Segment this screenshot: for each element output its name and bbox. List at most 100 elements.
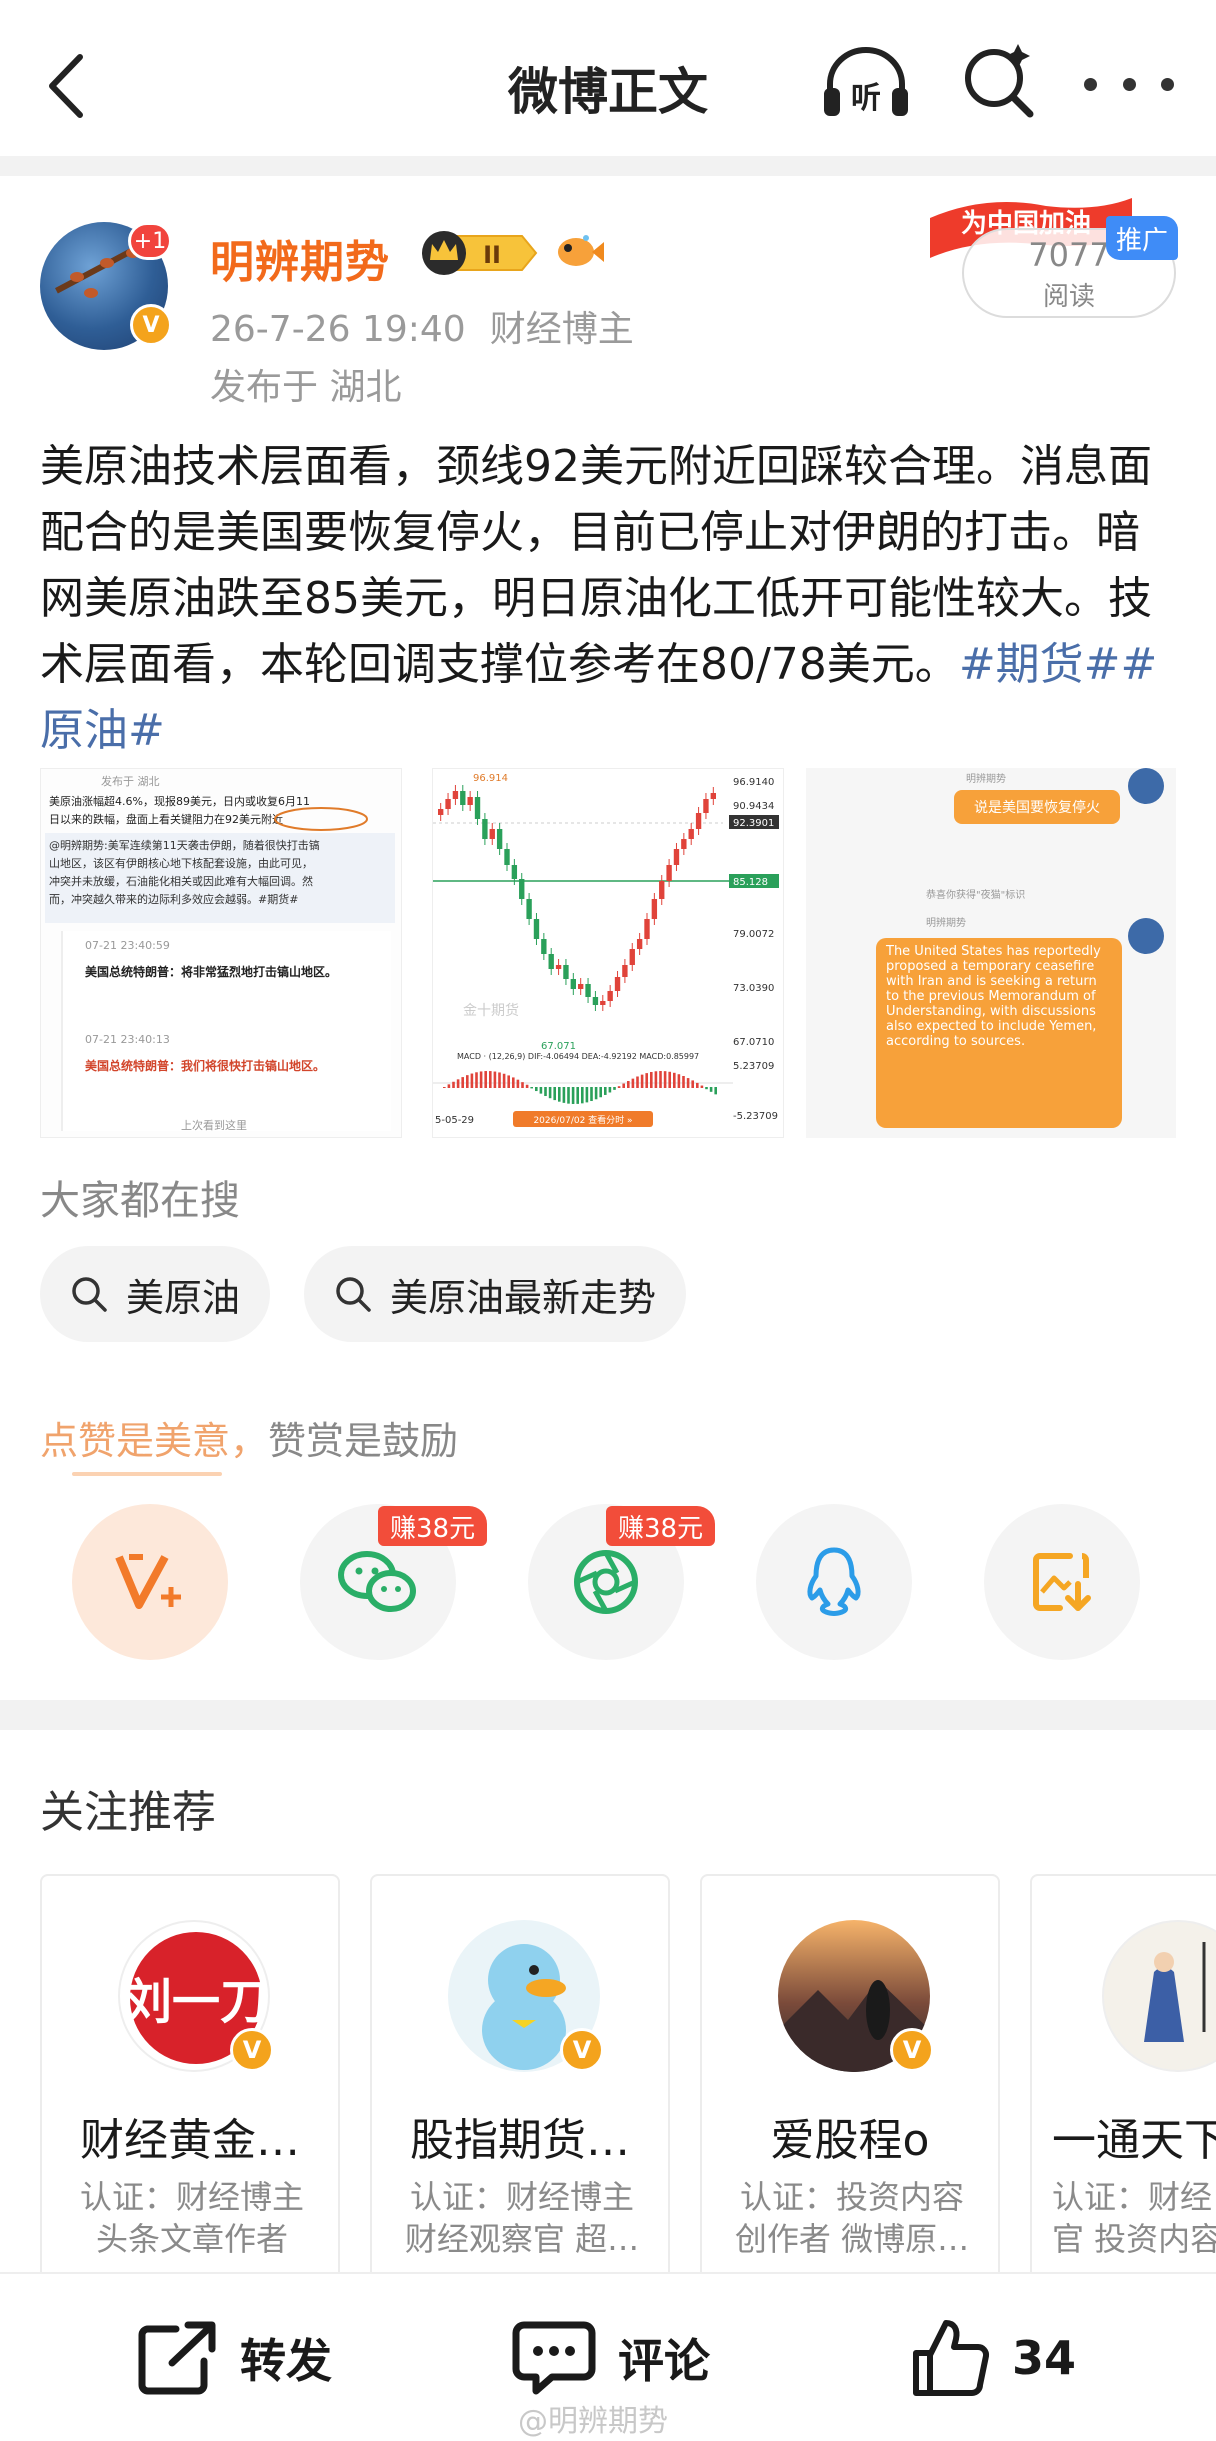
- read-label: 阅读: [1042, 282, 1095, 312]
- macd-bar: [512, 1077, 515, 1088]
- macd-bar: [470, 1073, 474, 1088]
- macd-bar: [484, 1071, 487, 1088]
- macd-bar: [521, 1082, 524, 1088]
- macd-bar: [525, 1084, 529, 1088]
- tip-button[interactable]: [72, 1504, 228, 1660]
- img1-news-panel: [61, 931, 391, 1131]
- candle-body: [519, 879, 525, 899]
- search-chip-1[interactable]: 美原油: [40, 1246, 271, 1342]
- img1-line: 冲突并未放缓，石油能化相关或因此难有大幅回调。然: [49, 875, 313, 888]
- recommend-card[interactable]: 一通天下 认证：财经官 投资内容: [1030, 1874, 1216, 2294]
- share-qq-button[interactable]: [756, 1504, 912, 1660]
- candle-body: [585, 984, 591, 997]
- candle-body: [541, 939, 547, 954]
- save-image-icon: [1033, 1553, 1091, 1611]
- top-price-label: 96.914: [473, 773, 508, 784]
- search-chip-label: 美原油最新走势: [390, 1275, 657, 1320]
- img1-news: 美国总统特朗普：将非常猛烈地打击镐山地区。: [85, 965, 338, 979]
- macd-bar: [691, 1080, 694, 1088]
- candle-body: [452, 791, 459, 799]
- reward-heading-part2: 赞赏是鼓励: [268, 1419, 459, 1463]
- candle-body: [651, 899, 658, 919]
- axis-price: 96.9140: [733, 777, 774, 788]
- candle-body: [548, 954, 554, 969]
- watermark: @明辨期势: [518, 2404, 668, 2439]
- axis-price: 67.0710: [733, 1037, 774, 1048]
- recommend-heading: 关注推荐: [40, 1787, 216, 1838]
- macd-bar: [673, 1072, 676, 1088]
- fish-badge-icon: [552, 230, 604, 274]
- candle-body: [688, 829, 694, 839]
- recommend-desc-line: 创作者 微博原…: [734, 2220, 970, 2258]
- macd-bar: [594, 1087, 598, 1100]
- crown-level-badge-icon: II: [418, 228, 542, 278]
- macd-bar: [461, 1077, 464, 1088]
- macd-bar: [498, 1072, 501, 1088]
- search-chip-label: 美原油: [126, 1275, 241, 1320]
- img3-avatar: [1128, 768, 1164, 804]
- author-name[interactable]: 明辨期势: [210, 226, 390, 290]
- axis-price: 73.0390: [733, 983, 774, 994]
- axis-price: 79.0072: [733, 929, 774, 940]
- candle-body: [555, 965, 562, 969]
- macd-bar: [650, 1071, 653, 1088]
- earn-badge: 赚38元: [378, 1506, 488, 1546]
- img3-user: 明辨期势: [966, 774, 1006, 785]
- recommend-card[interactable]: V 股指期货… 认证：财经博主 财经观察官 超…: [370, 1874, 670, 2294]
- macd-bar: [599, 1087, 602, 1098]
- candle-body: [563, 965, 569, 979]
- repost-icon: [138, 2321, 216, 2395]
- topic-tag-futures[interactable]: #期货#: [959, 639, 1121, 690]
- axis-price-green: 85.128: [733, 877, 768, 888]
- candle-body: [482, 819, 488, 839]
- verified-badge-icon: V: [560, 2028, 604, 2072]
- macd-bar: [562, 1087, 566, 1103]
- macd-bar: [700, 1085, 704, 1088]
- macd-bar: [507, 1075, 510, 1088]
- recommend-desc: 认证：财经官 投资内容: [1052, 2176, 1216, 2260]
- macd-bar: [663, 1071, 667, 1088]
- candle-body: [526, 899, 532, 919]
- reward-heading: 点赞是美意，赞赏是鼓励: [40, 1410, 458, 1465]
- chart-watermark: 金十期货: [463, 1002, 519, 1019]
- search-icon: [72, 1277, 107, 1312]
- repost-button[interactable]: 转发: [136, 2318, 332, 2398]
- macd-bar: [645, 1073, 648, 1088]
- divider: [0, 156, 1216, 176]
- img1-time: 07-21 23:40:13: [85, 1033, 170, 1046]
- comment-button[interactable]: 评论: [512, 2318, 710, 2398]
- candle-body: [460, 791, 466, 805]
- post-image-3[interactable]: 明辨期势 说是美国要恢复停火 恭喜你获得"夜猫"标识 明辨期势 The Unit…: [806, 768, 1176, 1138]
- save-image-button[interactable]: [984, 1504, 1140, 1660]
- macd-bar: [516, 1079, 520, 1088]
- recommend-card[interactable]: V 爱股程o 认证：投资内容 创作者 微博原…: [700, 1874, 1000, 2294]
- recommend-name: 一通天下: [1052, 2115, 1216, 2166]
- candle-body: [504, 849, 510, 865]
- recommend-desc-line: 头条文章作者: [95, 2220, 288, 2258]
- img1-header: 发布于 湖北: [101, 775, 160, 788]
- post-image-2[interactable]: 96.914 96.9140 90.9434 92.3901 85.128 79…: [432, 768, 784, 1138]
- more-options-button[interactable]: [1084, 56, 1174, 112]
- macd-bar: [686, 1078, 690, 1088]
- img3-avatar: [1128, 918, 1164, 954]
- macd-bar: [714, 1087, 717, 1095]
- date-label: 5-05-29: [435, 1115, 474, 1126]
- macd-bar: [576, 1087, 579, 1104]
- macd-label: MACD · (12,26,9) DIF:-4.06494 DEA:-4.921…: [457, 1052, 699, 1061]
- recommend-desc: 认证：财经博主 头条文章作者: [62, 2176, 322, 2260]
- macd-bar: [622, 1083, 625, 1088]
- img1-line: 山地区，该区有伊朗核心地下核配套设施，由此可见，: [49, 857, 313, 870]
- candle-body: [644, 919, 650, 939]
- macd-bar: [631, 1078, 635, 1088]
- macd-bar: [613, 1087, 616, 1090]
- avatar-brand-text: 刘一刀: [124, 1974, 268, 2030]
- search-button[interactable]: [958, 40, 1038, 120]
- listen-button[interactable]: 听: [820, 44, 912, 124]
- search-sparkle-icon: [965, 44, 1034, 118]
- candle-body: [681, 839, 687, 849]
- search-chip-2[interactable]: 美原油最新走势: [304, 1246, 687, 1342]
- post-image-1[interactable]: 发布于 湖北 美原油涨幅超4.6%，现报89美元，日内或收复6月11 日以来的跌…: [40, 768, 402, 1138]
- like-button[interactable]: 34: [910, 2318, 1076, 2398]
- candles: [438, 785, 716, 1011]
- recommend-card[interactable]: 刘一刀 V 财经黄金… 认证：财经博主 头条文章作者: [40, 1874, 340, 2294]
